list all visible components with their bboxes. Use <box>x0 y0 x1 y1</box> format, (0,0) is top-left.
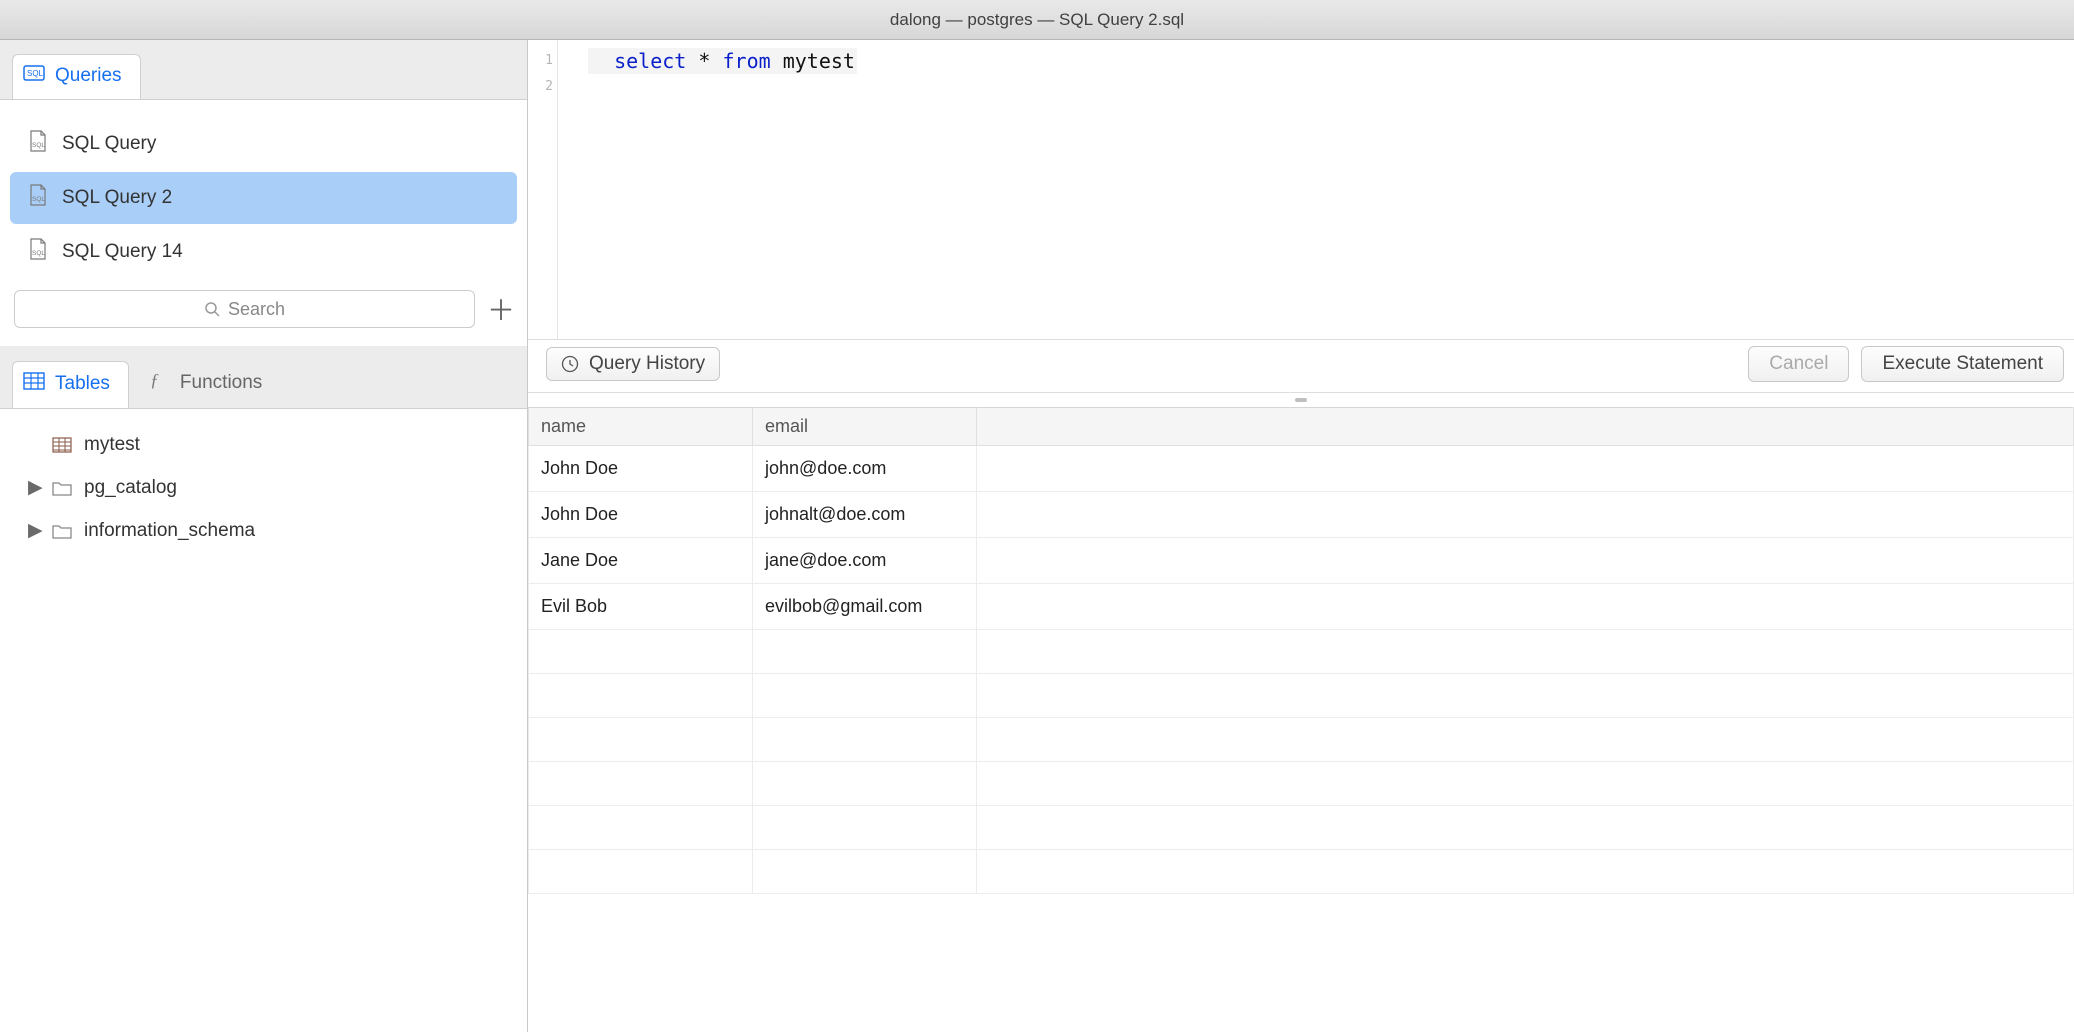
cell-email[interactable]: evilbob@gmail.com <box>753 584 977 630</box>
query-item-label: SQL Query 14 <box>62 241 183 263</box>
cell-name[interactable]: Jane Doe <box>529 538 753 584</box>
table-row-empty <box>529 850 2074 894</box>
sql-editor[interactable]: 12 select * from mytest <box>528 40 2074 340</box>
query-history-button[interactable]: Query History <box>546 347 720 381</box>
sql-file-icon: SQL <box>28 184 48 212</box>
search-placeholder: Search <box>228 299 285 320</box>
svg-text:SQL: SQL <box>32 250 45 257</box>
cell-name[interactable]: Evil Bob <box>529 584 753 630</box>
history-icon <box>561 355 579 373</box>
table-row[interactable]: John Doejohnalt@doe.com <box>529 492 2074 538</box>
svg-text:SQL: SQL <box>32 142 45 149</box>
query-item[interactable]: SQL SQL Query 2 <box>10 172 517 224</box>
table-row-empty <box>529 630 2074 674</box>
schema-item[interactable]: ▶ information_schema <box>0 509 527 552</box>
window-titlebar: dalong — postgres — SQL Query 2.sql <box>0 0 2074 40</box>
cell-email[interactable]: johnalt@doe.com <box>753 492 977 538</box>
execute-button[interactable]: Execute Statement <box>1861 346 2064 382</box>
cancel-button[interactable]: Cancel <box>1748 346 1849 382</box>
query-item-label: SQL Query 2 <box>62 187 172 209</box>
tab-label: Tables <box>55 373 110 395</box>
tab-label: Functions <box>180 372 262 394</box>
pane-splitter[interactable] <box>528 393 2074 407</box>
sql-text[interactable]: select * from mytest <box>558 40 857 339</box>
table-icon <box>52 437 72 453</box>
table-row-empty <box>529 806 2074 850</box>
svg-text:SQL: SQL <box>27 69 44 78</box>
sidebar: SQL Queries SQL SQL Query SQL SQL Query … <box>0 40 528 1032</box>
caret-right-icon: ▶ <box>28 519 40 542</box>
tab-functions[interactable]: ƒ Functions <box>137 359 281 409</box>
folder-icon <box>52 523 72 539</box>
folder-icon <box>52 480 72 496</box>
query-history-label: Query History <box>589 353 705 375</box>
column-header-name[interactable]: name <box>529 408 753 446</box>
tab-queries[interactable]: SQL Queries <box>12 54 141 100</box>
query-item[interactable]: SQL SQL Query 14 <box>10 226 517 278</box>
results-table: nameemailJohn Doejohn@doe.comJohn Doejoh… <box>528 407 2074 894</box>
search-icon <box>204 301 220 317</box>
table-row-empty <box>529 762 2074 806</box>
cell-email[interactable]: john@doe.com <box>753 446 977 492</box>
table-row-empty <box>529 718 2074 762</box>
sql-icon: SQL <box>23 65 45 87</box>
add-query-button[interactable]: ＋ <box>489 297 513 321</box>
functions-icon: ƒ <box>148 370 170 396</box>
table-row[interactable]: John Doejohn@doe.com <box>529 446 2074 492</box>
sql-file-icon: SQL <box>28 238 48 266</box>
results-pane: nameemailJohn Doejohn@doe.comJohn Doejoh… <box>528 407 2074 1032</box>
svg-text:ƒ: ƒ <box>150 370 159 390</box>
table-item[interactable]: ▶mytest <box>0 423 527 466</box>
caret-right-icon: ▶ <box>28 476 40 499</box>
results-header-row: nameemail <box>529 408 2074 446</box>
tab-tables[interactable]: Tables <box>12 361 129 409</box>
column-header-email[interactable]: email <box>753 408 977 446</box>
tree-item-label: mytest <box>84 434 140 456</box>
table-row-empty <box>529 674 2074 718</box>
column-header-empty <box>977 408 2074 446</box>
search-input[interactable]: Search <box>14 290 475 328</box>
tree-item-label: pg_catalog <box>84 477 177 499</box>
tab-label: Queries <box>55 65 122 87</box>
schema-item[interactable]: ▶ pg_catalog <box>0 466 527 509</box>
window-title: dalong — postgres — SQL Query 2.sql <box>890 10 1184 30</box>
sql-file-icon: SQL <box>28 130 48 158</box>
table-row[interactable]: Evil Bobevilbob@gmail.com <box>529 584 2074 630</box>
query-item[interactable]: SQL SQL Query <box>10 118 517 170</box>
line-gutter: 12 <box>528 40 558 339</box>
tables-icon <box>23 372 45 396</box>
query-toolbar: Query History Cancel Execute Statement <box>528 340 2074 393</box>
query-list: SQL SQL Query SQL SQL Query 2 SQL SQL Qu… <box>0 112 527 284</box>
query-item-label: SQL Query <box>62 133 156 155</box>
cell-email[interactable]: jane@doe.com <box>753 538 977 584</box>
table-row[interactable]: Jane Doejane@doe.com <box>529 538 2074 584</box>
schema-tree: ▶mytest ▶ pg_catalog ▶ information_schema <box>0 408 527 1032</box>
plus-icon: ＋ <box>487 289 515 329</box>
tree-item-label: information_schema <box>84 520 255 542</box>
cell-name[interactable]: John Doe <box>529 492 753 538</box>
cell-name[interactable]: John Doe <box>529 446 753 492</box>
svg-text:SQL: SQL <box>32 196 45 203</box>
